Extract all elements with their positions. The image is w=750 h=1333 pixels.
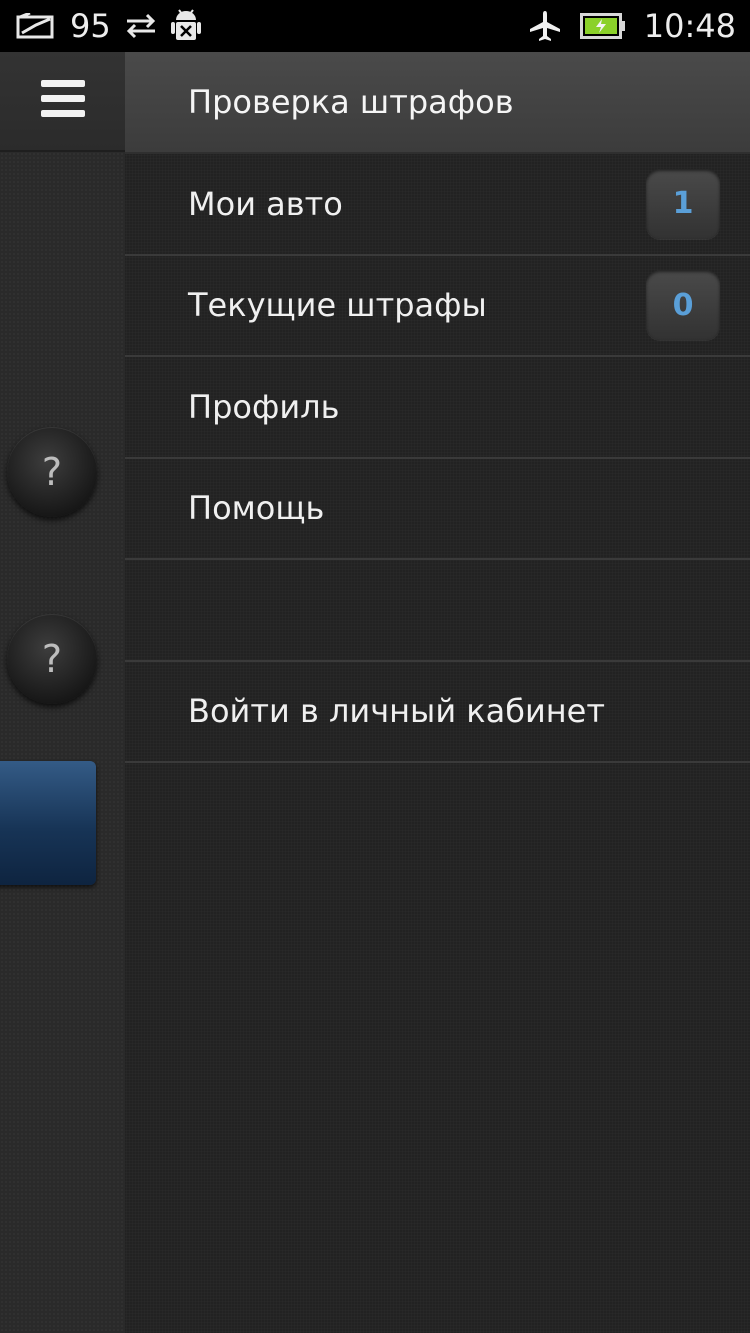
drawer-item-label: Мои авто bbox=[188, 184, 343, 223]
hamburger-icon bbox=[40, 80, 85, 122]
count-badge: 1 bbox=[646, 168, 720, 239]
primary-action-button[interactable] bbox=[0, 761, 96, 885]
status-left: 95 bbox=[16, 7, 201, 45]
badge-count: 0 bbox=[672, 287, 694, 323]
drawer-item-label: Профиль bbox=[188, 387, 340, 426]
drawer-item-my-cars[interactable]: Мои авто 1 bbox=[125, 154, 750, 256]
drawer-item-help[interactable]: Помощь bbox=[125, 459, 750, 560]
menu-toggle-button[interactable] bbox=[0, 52, 125, 152]
sync-icon bbox=[125, 13, 157, 39]
drawer-item-current-fines[interactable]: Текущие штрафы 0 bbox=[125, 256, 750, 357]
battery-charging-icon bbox=[579, 13, 626, 39]
question-icon: ? bbox=[41, 637, 63, 681]
signal-value: 95 bbox=[70, 7, 111, 45]
drawer-title: Проверка штрафов bbox=[188, 83, 514, 121]
status-bar: 95 10:48 bbox=[0, 0, 750, 52]
drawer-item-label: Помощь bbox=[188, 489, 325, 528]
android-debug-icon bbox=[170, 8, 201, 44]
navigation-drawer: Проверка штрафов Мои авто 1 Текущие штра… bbox=[125, 52, 750, 1333]
underlying-screen: ? ? bbox=[0, 52, 125, 1333]
badge-count: 1 bbox=[672, 186, 694, 222]
count-badge: 0 bbox=[646, 270, 720, 341]
help-button[interactable]: ? bbox=[7, 427, 97, 517]
mail-icon bbox=[16, 13, 56, 39]
drawer-item-empty bbox=[125, 560, 750, 662]
clock: 10:48 bbox=[643, 7, 736, 45]
drawer-item-login[interactable]: Войти в личный кабинет bbox=[125, 662, 750, 763]
help-button[interactable]: ? bbox=[7, 614, 97, 704]
question-icon: ? bbox=[41, 450, 63, 494]
drawer-item-profile[interactable]: Профиль bbox=[125, 357, 750, 459]
airplane-icon bbox=[528, 9, 562, 43]
drawer-item-label: Войти в личный кабинет bbox=[188, 692, 605, 731]
drawer-item-label: Текущие штрафы bbox=[188, 286, 487, 325]
drawer-header[interactable]: Проверка штрафов bbox=[125, 52, 750, 154]
status-right: 10:48 bbox=[528, 7, 736, 45]
